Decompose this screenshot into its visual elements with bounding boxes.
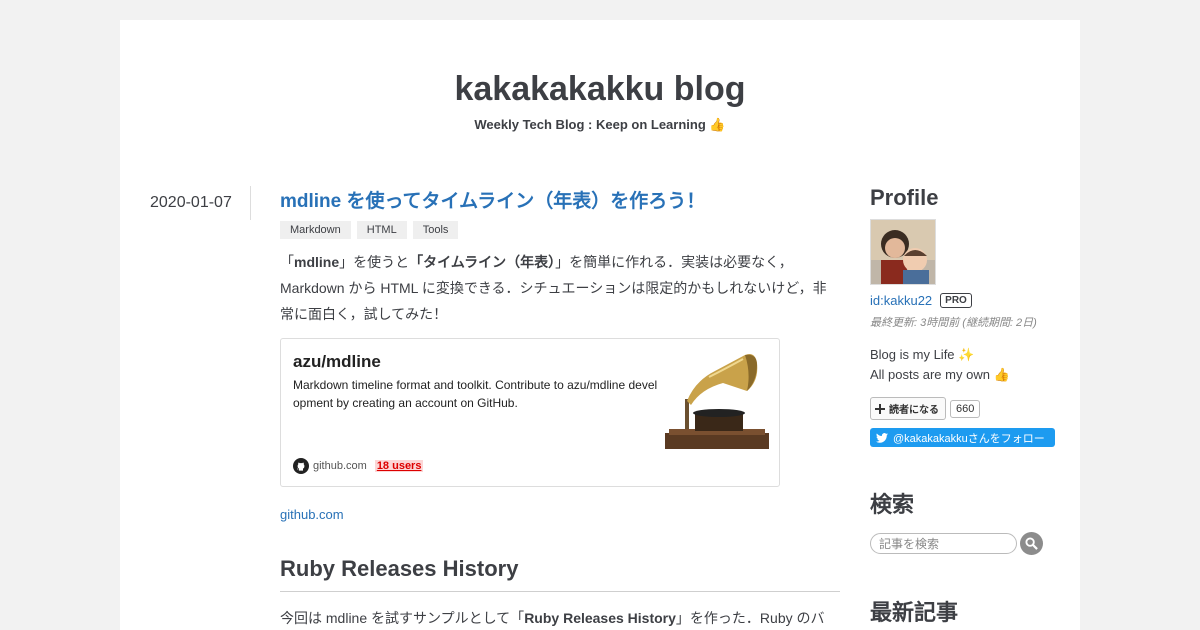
pro-badge[interactable]: PRO: [940, 293, 972, 308]
entry-article: mdline を使ってタイムライン（年表）を作ろう！ Markdown HTML…: [280, 190, 840, 628]
bio-line-2: All posts are my own 👍: [870, 367, 1010, 382]
lead-bold-open-timeline: 「: [409, 254, 424, 270]
entry-date[interactable]: 2020-01-07: [150, 194, 232, 212]
plus-icon: [875, 403, 885, 414]
last-updated: 最終更新: 3時間前 (継続期間: 2日): [870, 317, 1037, 329]
section-text-post: 」を作った．Ruby のバ: [675, 610, 825, 626]
github-icon: [293, 458, 309, 474]
reader-count[interactable]: 660: [950, 399, 981, 418]
search-button[interactable]: [1020, 532, 1043, 555]
avatar-photo: [871, 220, 935, 284]
section-heading: Ruby Releases History: [280, 556, 840, 592]
latest-posts-heading: 最新記事: [870, 600, 959, 625]
lead-bold-timeline: タイムライン（年表）: [423, 254, 556, 270]
page-container: kakakakakku blog Weekly Tech Blog : Keep…: [120, 20, 1080, 630]
search-row: [870, 532, 1060, 555]
bio-line-1: Blog is my Life ✨: [870, 347, 975, 362]
profile-id-row: id:kakku22 PRO: [870, 293, 1060, 308]
gramophone-icon: [665, 354, 769, 449]
profile-heading: Profile: [870, 185, 939, 210]
twitter-icon: [876, 432, 888, 443]
source-link[interactable]: github.com: [280, 507, 840, 522]
section-text-pre: 今回は mdline を試すサンプルとして「: [280, 610, 525, 626]
search-heading: 検索: [870, 492, 915, 517]
tag-markdown[interactable]: Markdown: [280, 221, 351, 239]
sidebar: Profile id:kakku22 PRO 最終更新: 3時間前 (継続期間:…: [870, 185, 1060, 627]
search-icon: [1025, 537, 1038, 550]
lead-text-1: 」を使うと: [339, 254, 410, 270]
profile-bio: Blog is my Life ✨ All posts are my own 👍: [870, 345, 1060, 385]
section-paragraph: 今回は mdline を試すサンプルとして「Ruby Releases Hist…: [280, 608, 840, 628]
avatar[interactable]: [870, 219, 936, 285]
search-input[interactable]: [870, 533, 1017, 554]
bookmark-users-badge[interactable]: 18 users: [374, 460, 424, 472]
card-footer: github.com 18 users: [293, 458, 424, 474]
reader-row: 読者になる 660: [870, 397, 1060, 420]
entry-title[interactable]: mdline を使ってタイムライン（年表）を作ろう！: [280, 190, 840, 214]
entry-lead-paragraph: 「mdline」を使うと「タイムライン（年表）」を簡単に作れる．実装は必要なく，…: [280, 249, 836, 327]
subscribe-button[interactable]: 読者になる: [870, 397, 946, 420]
entry-tags: Markdown HTML Tools: [280, 221, 840, 239]
lead-quote-open: 「: [280, 254, 294, 270]
date-divider: [250, 186, 251, 220]
card-title[interactable]: azu/mdline: [293, 352, 381, 372]
card-description: Markdown timeline format and toolkit. Co…: [293, 378, 658, 410]
lead-bold-mdline: mdline: [294, 254, 340, 270]
twitter-follow-label: @kakakakakkuさんをフォロー: [893, 432, 1045, 445]
card-domain: github.com: [313, 460, 367, 472]
blog-title[interactable]: kakakakakku blog: [120, 70, 1080, 109]
embed-card-github[interactable]: azu/mdline Markdown timeline format and …: [280, 338, 780, 487]
tag-tools[interactable]: Tools: [412, 221, 459, 239]
tag-html[interactable]: HTML: [356, 221, 407, 239]
profile-user-id[interactable]: id:kakku22: [870, 293, 932, 308]
blog-description: Weekly Tech Blog : Keep on Learning 👍: [474, 117, 726, 132]
subscribe-label: 読者になる: [889, 405, 939, 416]
twitter-follow-button[interactable]: @kakakakakkuさんをフォロー: [870, 428, 1055, 447]
section-bold-title: Ruby Releases History: [524, 610, 676, 626]
